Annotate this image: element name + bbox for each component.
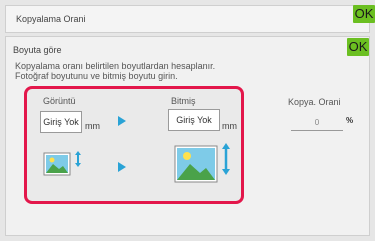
- finished-size-label: Bitmiş: [171, 96, 196, 106]
- title-bar: Kopyalama Orani: [5, 5, 370, 33]
- ok-button-top[interactable]: OK: [353, 5, 375, 23]
- photo-image-large-icon: [174, 143, 230, 183]
- play-arrow-icon: [118, 116, 126, 126]
- screen-title: Kopyalama Orani: [16, 14, 86, 24]
- instruction-text: Kopyalama oranı belirtilen boyutlardan h…: [15, 61, 275, 81]
- finished-unit: mm: [222, 121, 237, 131]
- copy-ratio-unit: %: [346, 116, 354, 125]
- original-unit: mm: [85, 121, 100, 131]
- play-arrow-icon: [118, 162, 126, 172]
- photo-image-small-icon: [43, 151, 81, 176]
- panel-title: Boyuta göre: [13, 45, 62, 55]
- instruction-line-2: Fotoğraf boyutunu ve bitmiş boyutu girin…: [15, 71, 178, 81]
- finished-size-input[interactable]: Giriş Yok: [168, 109, 220, 131]
- copy-ratio-label: Kopya. Orani: [288, 97, 341, 107]
- instruction-line-1: Kopyalama oranı belirtilen boyutlardan h…: [15, 61, 216, 71]
- original-size-input[interactable]: Giriş Yok: [40, 111, 82, 133]
- size-input-panel: Boyuta göre OK Kopyalama oranı belirtile…: [5, 36, 370, 236]
- copy-ratio-value: 0: [291, 116, 343, 131]
- size-entry-group: Görüntü Giriş Yok mm Bitmiş Giriş Yok mm: [24, 86, 244, 204]
- original-size-label: Görüntü: [43, 96, 76, 106]
- ok-button-panel[interactable]: OK: [347, 38, 369, 56]
